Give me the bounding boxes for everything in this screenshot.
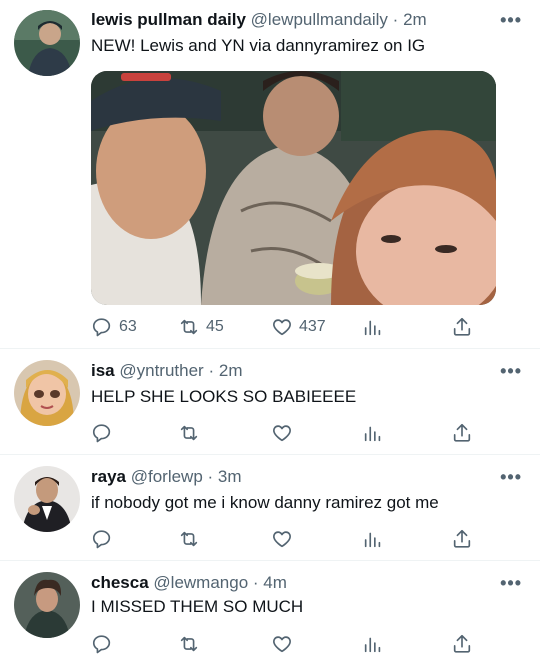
- curly-hair-portrait-avatar-image: [14, 572, 80, 638]
- share-button[interactable]: [451, 526, 473, 552]
- selfie-photo-image: [91, 71, 496, 305]
- reply-button[interactable]: [91, 526, 113, 552]
- tweet-text: if nobody got me i know danny ramirez go…: [91, 493, 439, 512]
- retweet-count: 45: [206, 318, 224, 335]
- retweet-button[interactable]: [178, 526, 200, 552]
- handle[interactable]: @forlewp: [131, 467, 203, 486]
- display-name[interactable]: lewis pullman daily: [91, 10, 246, 29]
- tweet-1[interactable]: lewis pullman daily @lewpullmandaily · 2…: [0, 0, 540, 349]
- animated-character-avatar-image: [14, 360, 80, 426]
- heart-icon: [273, 636, 291, 653]
- like-button[interactable]: [271, 631, 293, 657]
- reply-icon: [92, 424, 111, 443]
- analytics-button[interactable]: [362, 526, 384, 552]
- tweet-3[interactable]: raya @forlewp · 3m ••• if nobody got me …: [0, 455, 540, 561]
- avatar[interactable]: [14, 10, 80, 76]
- tweet-photo[interactable]: [91, 71, 496, 305]
- more-options-icon[interactable]: •••: [500, 467, 522, 488]
- tweet-2[interactable]: isa @yntruther · 2m ••• HELP SHE LOOKS S…: [0, 349, 540, 455]
- retweet-button[interactable]: 45: [178, 314, 224, 340]
- tweet-actions: [91, 526, 540, 552]
- avatar[interactable]: [14, 360, 80, 426]
- heart-icon: [273, 425, 291, 442]
- tweet-text: I MISSED THEM SO MUCH: [91, 597, 304, 616]
- tweet-actions: 63 45 437: [91, 314, 540, 340]
- handle[interactable]: @lewmango: [153, 573, 248, 592]
- retweet-button[interactable]: [178, 631, 200, 657]
- analytics-icon: [364, 532, 381, 548]
- more-options-icon[interactable]: •••: [500, 573, 522, 594]
- analytics-icon: [364, 637, 381, 653]
- heart-icon: [273, 319, 291, 336]
- share-button[interactable]: [451, 314, 473, 340]
- share-icon: [453, 529, 471, 548]
- reply-button[interactable]: 63: [91, 314, 137, 340]
- share-icon: [453, 634, 471, 653]
- reply-count: 63: [119, 318, 137, 335]
- like-button[interactable]: 437: [271, 314, 326, 340]
- analytics-icon: [364, 320, 381, 336]
- retweet-icon: [180, 636, 198, 652]
- analytics-button[interactable]: [362, 314, 384, 340]
- tweet-header: chesca @lewmango · 4m: [91, 573, 522, 593]
- display-name[interactable]: chesca: [91, 573, 149, 592]
- timestamp[interactable]: 2m: [403, 10, 427, 29]
- tweet-4[interactable]: chesca @lewmango · 4m ••• I MISSED THEM …: [0, 561, 540, 660]
- reply-button[interactable]: [91, 420, 113, 446]
- dark-portrait-avatar-image: [14, 10, 80, 76]
- handle[interactable]: @lewpullmandaily: [251, 10, 388, 29]
- retweet-button[interactable]: [178, 420, 200, 446]
- tweet-header: lewis pullman daily @lewpullmandaily · 2…: [91, 10, 522, 30]
- retweet-icon: [180, 531, 198, 547]
- retweet-icon: [180, 319, 198, 335]
- share-icon: [453, 423, 471, 442]
- tweet-actions: [91, 631, 540, 657]
- retweet-icon: [180, 425, 198, 441]
- tweet-text: NEW! Lewis and YN via dannyramirez on IG: [91, 36, 426, 55]
- share-icon: [453, 317, 471, 336]
- separator: ·: [208, 361, 215, 380]
- separator: ·: [392, 10, 399, 29]
- handle[interactable]: @yntruther: [119, 361, 203, 380]
- timestamp[interactable]: 4m: [263, 573, 287, 592]
- analytics-button[interactable]: [362, 631, 384, 657]
- tweet-header: raya @forlewp · 3m: [91, 467, 522, 487]
- display-name[interactable]: raya: [91, 467, 126, 486]
- tweet-header: isa @yntruther · 2m: [91, 361, 522, 381]
- share-button[interactable]: [451, 420, 473, 446]
- tweet-actions: [91, 420, 540, 446]
- display-name[interactable]: isa: [91, 361, 115, 380]
- reply-icon: [92, 318, 111, 337]
- like-count: 437: [299, 318, 326, 335]
- avatar[interactable]: [14, 466, 80, 532]
- like-button[interactable]: [271, 420, 293, 446]
- heart-icon: [273, 531, 291, 548]
- reply-icon: [92, 530, 111, 549]
- like-button[interactable]: [271, 526, 293, 552]
- share-button[interactable]: [451, 631, 473, 657]
- man-in-suit-avatar-image: [14, 466, 80, 532]
- avatar[interactable]: [14, 572, 80, 638]
- timestamp[interactable]: 3m: [218, 467, 242, 486]
- analytics-icon: [364, 426, 381, 442]
- more-options-icon[interactable]: •••: [500, 10, 522, 31]
- tweet-text: HELP SHE LOOKS SO BABIEEEE: [91, 387, 357, 406]
- reply-button[interactable]: [91, 631, 113, 657]
- analytics-button[interactable]: [362, 420, 384, 446]
- more-options-icon[interactable]: •••: [500, 361, 522, 382]
- separator: ·: [252, 573, 259, 592]
- separator: ·: [207, 467, 214, 486]
- timestamp[interactable]: 2m: [219, 361, 243, 380]
- reply-icon: [92, 635, 111, 654]
